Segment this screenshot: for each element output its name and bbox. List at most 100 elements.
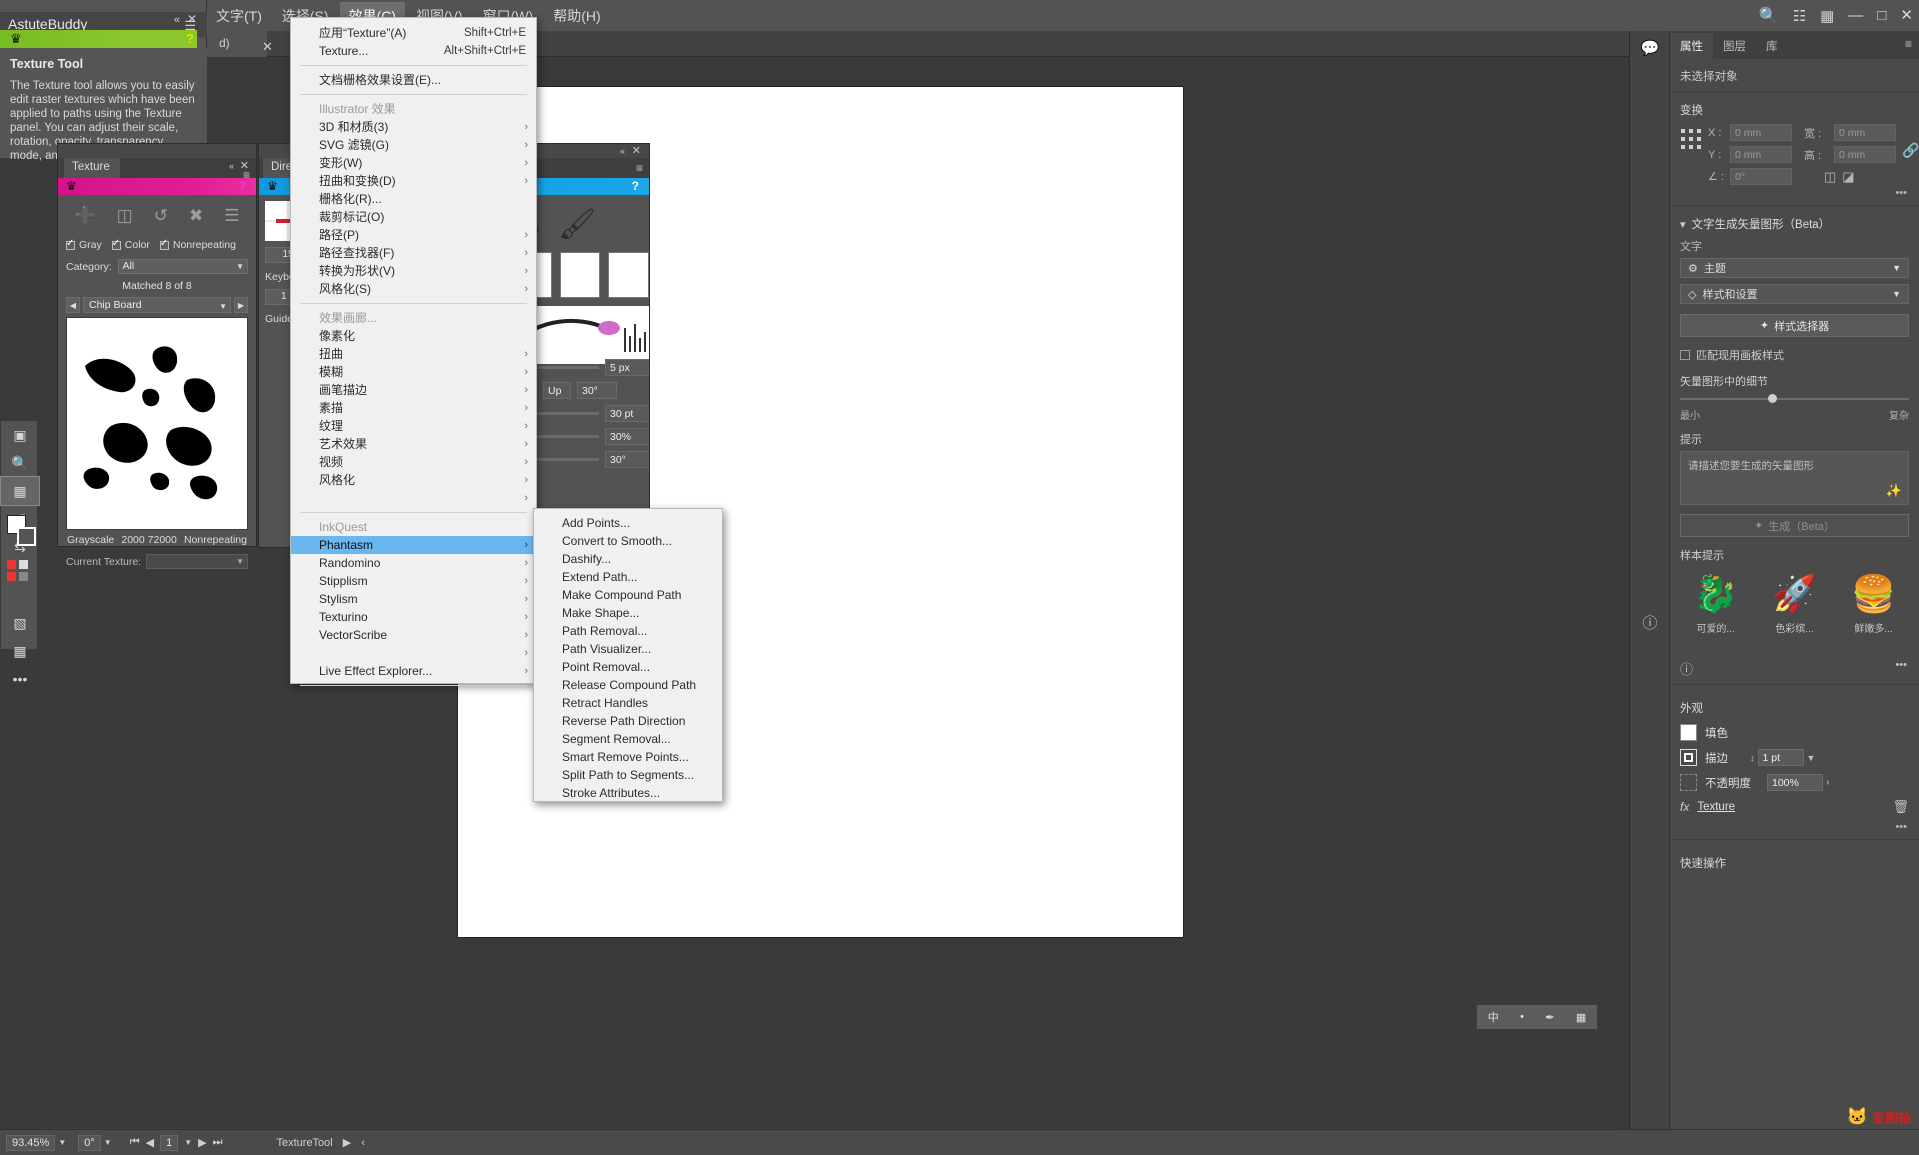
match-artboard-checkbox[interactable] (1680, 350, 1690, 360)
left-chevron-icon[interactable]: ‹ (361, 1137, 365, 1149)
menu-effect-gallery[interactable]: 像素化 (291, 327, 536, 345)
submenu-make-shape[interactable]: Make Shape... (534, 604, 722, 622)
menu-texture[interactable]: Texture... Alt+Shift+Ctrl+E (291, 42, 536, 60)
submenu-path-visualizer[interactable]: Path Visualizer... (534, 640, 722, 658)
prompt-input[interactable]: 请描述您要生成的矢量图形 ✨ (1680, 451, 1909, 505)
tab-layers[interactable]: 图层 (1713, 33, 1756, 59)
menu-brush-strokes[interactable]: 素描 › (291, 399, 536, 417)
angle-field[interactable]: 30° (577, 382, 617, 399)
info-icon[interactable]: ⓘ (1680, 659, 1693, 678)
tab-libraries[interactable]: 库 (1756, 33, 1788, 59)
y-field[interactable]: 0 mm (1730, 146, 1792, 163)
flip-vertical-icon[interactable]: ◪ (1842, 169, 1854, 185)
menu-blur[interactable]: 画笔描边 › (291, 381, 536, 399)
screen-mode-icon[interactable]: ▦ (1, 637, 39, 665)
menu-pixelate[interactable]: 扭曲 › (291, 345, 536, 363)
menu-3d-materials[interactable]: 3D 和材质(3) › (291, 118, 536, 136)
menu-phantasm[interactable]: Stipplism › (291, 572, 536, 590)
stepper-icon[interactable]: ↕ (1750, 753, 1755, 763)
angle-field[interactable]: 0° (1730, 168, 1792, 185)
mirror-icon[interactable]: ◫ (117, 206, 133, 226)
percent-field[interactable]: 30% (605, 428, 649, 445)
texture-name-select[interactable]: Chip Board ▼ (83, 297, 231, 313)
checkbox-gray[interactable]: Gray (66, 238, 102, 251)
mini-color-swatch-1[interactable] (7, 560, 16, 569)
menu-svg-filters[interactable]: SVG 滤镜(G) › (291, 136, 536, 154)
artboard-navigation[interactable]: ⏮ ◀ 1 ▼ ▶ ⏭ (130, 1134, 222, 1151)
panel-menu-icon[interactable]: ≡ (636, 161, 643, 175)
menu-convert-to-shape[interactable]: 转换为形状(V) › (291, 262, 536, 280)
flip-horizontal-icon[interactable]: ◫ (1824, 169, 1836, 185)
zoom-icon[interactable]: 🔍 (1, 449, 39, 477)
stroke-row[interactable]: 描边 ↕ 1 pt ▼ (1670, 745, 1919, 770)
tab-texture[interactable]: Texture (64, 158, 120, 178)
chevron-down-icon[interactable]: ▼ (219, 300, 227, 314)
current-texture-select[interactable]: ▼ (146, 554, 248, 569)
menu-apply-texture[interactable]: 应用“Texture”(A) Shift+Ctrl+E (291, 24, 536, 42)
submenu-smart-remove-points[interactable]: Smart Remove Points... (534, 748, 722, 766)
opacity-field[interactable]: 100% (1767, 774, 1823, 791)
grid-icon[interactable]: ▦ (1820, 7, 1834, 25)
more-tools-icon[interactable]: ••• (1, 665, 39, 693)
chevron-down-icon[interactable]: ▼ (58, 1138, 66, 1147)
menu-pathfinder[interactable]: 路径查找器(F) › (291, 244, 536, 262)
previous-texture-button[interactable]: ◀ (66, 297, 80, 313)
stroke-swatch[interactable] (17, 527, 36, 546)
menu-stylize[interactable]: 风格化(S) › (291, 280, 536, 298)
artboard-number[interactable]: 1 (160, 1134, 179, 1151)
chevron-down-icon[interactable]: ▼ (1892, 289, 1901, 299)
collapse-icon[interactable]: « (620, 146, 625, 156)
menu-distort[interactable]: 模糊 › (291, 363, 536, 381)
reload-icon[interactable]: ↺ (154, 206, 168, 226)
help-icon[interactable]: ? (239, 179, 246, 193)
theme-select[interactable]: ⚙ 主题 ▼ (1680, 258, 1909, 278)
text-to-vector-more-icon[interactable]: ••• (1895, 659, 1907, 678)
rotation-control[interactable]: 0° ▼ (78, 1134, 112, 1151)
opacity-unit-field[interactable]: Up (543, 382, 571, 399)
link-icon[interactable]: 🔗 (1902, 142, 1919, 159)
menu-vectorscribe[interactable]: Live Effect Explorer... › (291, 662, 536, 680)
document-tab-close-icon[interactable]: ✕ (262, 39, 273, 55)
submenu-release-compound-path[interactable]: Release Compound Path (534, 676, 722, 694)
transform-more-icon[interactable]: ••• (1670, 185, 1919, 199)
next-texture-button[interactable]: ▶ (234, 297, 248, 313)
menu-item-help[interactable]: 帮助(H) (544, 2, 609, 30)
trash-icon[interactable]: 🗑 (1892, 799, 1909, 815)
menu-ag-utilities[interactable]: Phantasm › (291, 536, 536, 554)
artboard-icon[interactable]: ▣ (1, 421, 39, 449)
submenu-reverse-path-direction[interactable]: Reverse Path Direction (534, 712, 722, 730)
checkbox-nonrepeating[interactable]: Nonrepeating (159, 238, 236, 251)
chevron-down-icon[interactable]: ▼ (184, 1138, 192, 1147)
menu-path[interactable]: 路径(P) › (291, 226, 536, 244)
collapse-icon[interactable]: « (174, 14, 180, 26)
menu-inkquest[interactable]: Randomino › (291, 554, 536, 572)
angle2-field[interactable]: 30° (605, 451, 649, 468)
fill-swatch-icon[interactable] (1680, 724, 1697, 741)
widget-item-0[interactable]: 中 (1488, 1009, 1499, 1025)
brush-swatch-3[interactable] (608, 252, 649, 298)
comment-icon[interactable]: 💬 (1630, 31, 1670, 65)
tab-properties[interactable]: 属性 (1670, 33, 1713, 59)
checkbox-nonrepeating-box[interactable] (159, 238, 169, 250)
brush-tool-icon[interactable]: 🖌 (558, 207, 596, 242)
submenu-retract-handles[interactable]: Retract Handles (534, 694, 722, 712)
width-field[interactable]: 0 mm (1834, 124, 1896, 141)
chevron-down-icon[interactable]: ▾ (1680, 218, 1686, 231)
arrange-documents-icon[interactable]: ☷ (1793, 7, 1806, 25)
prev-artboard-icon[interactable]: ◀ (146, 1136, 154, 1149)
menu-stipplism[interactable]: Texturino › (291, 608, 536, 626)
delete-icon[interactable]: ✖ (189, 206, 203, 226)
widget-item-1[interactable]: • (1520, 1011, 1524, 1023)
size-field[interactable]: 30 pt (605, 405, 649, 422)
help-icon[interactable]: ? (632, 179, 639, 193)
chevron-down-icon[interactable]: ▼ (236, 262, 244, 271)
texture-panel-drag-bar[interactable] (58, 144, 256, 158)
chevron-down-icon[interactable]: ▼ (1892, 263, 1901, 273)
menu-document-raster-settings[interactable]: 文档栅格效果设置(E)... (291, 71, 536, 89)
submenu-stroke-attributes[interactable]: Stroke Attributes... (534, 784, 722, 802)
submenu-path-removal[interactable]: Path Removal... (534, 622, 722, 640)
checkbox-color[interactable]: Color (111, 238, 150, 251)
chevron-down-icon[interactable]: ▼ (236, 557, 244, 566)
menu-randomino[interactable]: Stylism › (291, 590, 536, 608)
submenu-split-path-to-segments[interactable]: Split Path to Segments... (534, 766, 722, 784)
